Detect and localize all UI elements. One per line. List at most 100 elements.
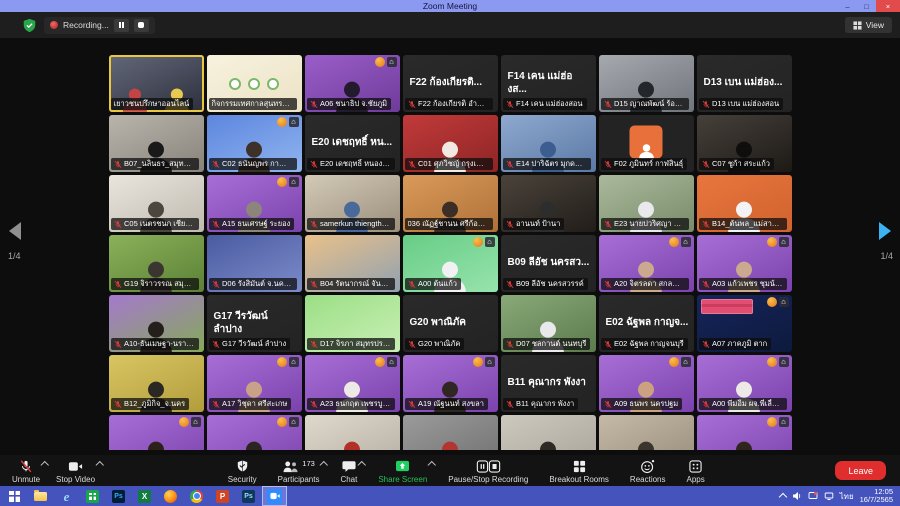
pause-recording-button[interactable] bbox=[114, 19, 129, 32]
chevron-up-icon[interactable] bbox=[40, 461, 48, 469]
participant-tile[interactable]: ⌂A06 ชนาธิป จ.ชัยภูมิ bbox=[305, 55, 400, 112]
participant-tile[interactable]: อานนท์ ป้านา bbox=[501, 175, 596, 232]
taskbar-app-file-explorer[interactable] bbox=[28, 486, 53, 506]
participant-tile[interactable]: E02 ฉัฐพล กาญจ...E02 ฉัฐพล กาญจนบุรี bbox=[599, 295, 694, 352]
participant-tile[interactable]: G20 พาณิภัคG20 พาณิภัค bbox=[403, 295, 498, 352]
participant-tile[interactable]: ⌂A12 ภัณฑิรา เพชรบุรี bbox=[109, 415, 204, 450]
language-indicator[interactable]: ไทย bbox=[840, 490, 854, 503]
taskbar-app-microsoft-store[interactable] bbox=[80, 486, 105, 506]
encryption-shield-icon[interactable] bbox=[22, 18, 37, 33]
taskbar-app-chrome[interactable] bbox=[184, 486, 209, 506]
share-screen-button[interactable]: Share Screen bbox=[370, 455, 435, 486]
participant-tile[interactable]: ⌂A20 จิตรลดา สกลนคร bbox=[599, 235, 694, 292]
leave-button[interactable]: Leave bbox=[835, 461, 886, 480]
chat-button[interactable]: Chat bbox=[332, 455, 365, 486]
close-button[interactable]: × bbox=[876, 0, 900, 12]
participant-name: E02 ฉัฐพล กาญจนบุรี bbox=[614, 339, 684, 349]
participant-tile[interactable]: ⌂A07 ภาคภูมิ ตาก bbox=[697, 295, 792, 352]
stop-video-button[interactable]: Stop Video bbox=[48, 455, 103, 486]
participant-tile[interactable]: A10-ธันเมษฐา-นราธิวาส bbox=[109, 295, 204, 352]
participant-tile[interactable]: ⌂A00 ต้นแก้ว bbox=[403, 235, 498, 292]
volume-icon[interactable] bbox=[792, 491, 802, 501]
participant-tile[interactable]: ⌂C02 ธนันญพร กาญจนบุรี bbox=[207, 115, 302, 172]
participant-tile[interactable]: B07_นลินธร_สมุทรปราการ bbox=[109, 115, 204, 172]
participant-tile[interactable]: D15 ญาณพัฒน์ ร้อยเอ็ด bbox=[599, 55, 694, 112]
participant-tile[interactable]: ⌂A21_ณฐกร สิงห์บุรี bbox=[697, 415, 792, 450]
participant-name: A19 ณัฐนนท์ สงขลา bbox=[418, 399, 484, 409]
participant-tile[interactable]: D07 ชลกานต์ นนทบุรี bbox=[501, 295, 596, 352]
participants-button[interactable]: 173Participants bbox=[270, 455, 328, 486]
view-button[interactable]: View bbox=[845, 17, 892, 33]
participant-name: B12_ภูมิกิจ_จ.นคร bbox=[124, 399, 185, 409]
apps-button[interactable]: Apps bbox=[679, 455, 713, 486]
apps-label: Apps bbox=[687, 475, 705, 484]
taskbar-app-zoom[interactable] bbox=[262, 486, 287, 506]
participant-tile[interactable]: ⌂A00 พีมอิ๋ม ผจ.พี่เลี้ยงสีม่วง bbox=[697, 355, 792, 412]
stop-recording-button[interactable] bbox=[134, 19, 149, 32]
participant-tile[interactable]: ⌂A09 ธนพร นครปฐม bbox=[599, 355, 694, 412]
chevron-up-icon[interactable] bbox=[428, 461, 436, 469]
participant-tile[interactable]: ⌂A17 วิชุดา ศรีสะเกษ bbox=[207, 355, 302, 412]
participant-tile[interactable]: G17 วีรวัฒน์ ลำปางG17 วีรวัฒน์ ลำปาง bbox=[207, 295, 302, 352]
taskbar-app-firefox[interactable] bbox=[158, 486, 183, 506]
participant-tile[interactable]: ⌂A15 ธนเศรษฐ์ ระยอง bbox=[207, 175, 302, 232]
taskbar-app-internet-explorer[interactable]: e bbox=[54, 486, 79, 506]
chevron-up-icon[interactable] bbox=[320, 461, 328, 469]
participant-tile[interactable]: ⌂A19 ณัฐนนท์ สงขลา bbox=[403, 355, 498, 412]
participant-tile[interactable]: A08 อุไรรัตน์ ระนอง bbox=[599, 415, 694, 450]
participant-tile[interactable]: D17 จิรภา สมุทรปราการ bbox=[305, 295, 400, 352]
participant-tile[interactable]: เยาวชนปรึกษาออนไลน์ bbox=[109, 55, 204, 112]
participant-tile[interactable]: ⌂A03 แก้วเพชร ชุมน้อย ขอน... bbox=[697, 235, 792, 292]
notification-icon[interactable] bbox=[808, 491, 818, 501]
chevron-up-icon[interactable] bbox=[95, 461, 103, 469]
participant-tile[interactable]: E14 ปาริฉัตร มุกดาหาร bbox=[501, 115, 596, 172]
taskbar-app-excel[interactable]: X bbox=[132, 486, 157, 506]
muted-mic-icon bbox=[310, 400, 318, 409]
participant-tile[interactable]: C05 เนตรชนก เชียงราย bbox=[109, 175, 204, 232]
start-button[interactable] bbox=[2, 486, 27, 506]
participant-tile[interactable]: G19 จิราวรรณ สมุทรสาคร bbox=[109, 235, 204, 292]
participant-tile[interactable]: E23 นายปวริศญา ภัทมพลิ... bbox=[599, 175, 694, 232]
taskbar-app-photoshop-2[interactable]: Ps bbox=[236, 486, 261, 506]
participant-tile[interactable]: A18 ทัดต่อ สกลนคร bbox=[305, 415, 400, 450]
chevron-up-icon[interactable] bbox=[358, 461, 366, 469]
participant-tile[interactable]: F22 ก้องเกียรติ...F22 ก้องเกียรติ อำนาจเ… bbox=[403, 55, 498, 112]
minimize-button[interactable]: – bbox=[838, 0, 857, 12]
participant-tile[interactable]: B12_ภูมิกิจ_จ.นคร bbox=[109, 355, 204, 412]
participant-tile[interactable]: B14_ต้นพล_แม่สาวิทยาคม.. bbox=[697, 175, 792, 232]
participant-name: G20 พาณิภัค bbox=[418, 339, 460, 349]
participant-tile[interactable]: A02 กฤติน ภูเก็ต bbox=[501, 415, 596, 450]
participant-tile[interactable]: F14 เคน แม่ฮ่องส...F14 เคน แม่ฮ่องสอน bbox=[501, 55, 596, 112]
previous-page-arrow[interactable] bbox=[9, 222, 21, 240]
recording-label: Recording... bbox=[63, 20, 109, 30]
participant-tile[interactable]: D06 รังสิมันต์ จ.นครราชสี... bbox=[207, 235, 302, 292]
muted-mic-icon bbox=[212, 340, 220, 349]
participant-tile[interactable]: 036 ณัฏฐ์ชานน ศรีก้อนกื้อ bbox=[403, 175, 498, 232]
participant-tile[interactable]: ⌂A23 ธนกฤต เพชรบูรณ์ bbox=[305, 355, 400, 412]
participant-name: กิจกรรมเทศกาลสุนทรพจน์และเพลง สำ... bbox=[212, 99, 293, 109]
participant-tile[interactable]: B04 รัตนากรณ์ จันทบุรี bbox=[305, 235, 400, 292]
unmute-button[interactable]: Unmute bbox=[4, 455, 48, 486]
participant-tile[interactable]: B09 ลีอัช นครสว...B09 ลีอัช นครสวรรค์ bbox=[501, 235, 596, 292]
taskbar-app-photoshop[interactable]: Ps bbox=[106, 486, 131, 506]
participant-tile[interactable]: E20 เดชฤทธิ์ หน...E20 เดชฤทธิ์ หนองบัวลำ… bbox=[305, 115, 400, 172]
participant-tile[interactable]: A11 สิทธินนท์ พิษณุโลก bbox=[403, 415, 498, 450]
taskbar-clock[interactable]: 12:05 16/7/2565 bbox=[860, 488, 893, 505]
breakout-rooms-button[interactable]: Breakout Rooms bbox=[541, 455, 617, 486]
participant-tile[interactable]: F02 ภูมินทร์ กาฬสินธุ์ bbox=[599, 115, 694, 172]
security-button[interactable]: Security bbox=[220, 455, 265, 486]
participant-tile[interactable]: samerkun thiengtham bbox=[305, 175, 400, 232]
maximize-button[interactable]: □ bbox=[857, 0, 876, 12]
network-icon[interactable] bbox=[824, 491, 834, 501]
participant-tile[interactable]: ⌂A13 เกียรติศักดิ์ มหาสารค... bbox=[207, 415, 302, 450]
participant-tile[interactable]: C07 ชูก้า สระแก้ว bbox=[697, 115, 792, 172]
participant-tile[interactable]: B11 คุณากร พังงาB11 คุณากร พังงา bbox=[501, 355, 596, 412]
participant-tile[interactable]: C01 ศุภวิชญ์ กรุงเทพมหา... bbox=[403, 115, 498, 172]
pause-stop-recording-button[interactable]: Pause/Stop Recording bbox=[440, 455, 536, 486]
participant-tile[interactable]: D13 เบน แม่ฮ่อง...D13 เบน แม่ฮ่องสอน bbox=[697, 55, 792, 112]
next-page-arrow[interactable] bbox=[879, 222, 891, 240]
taskbar-app-powerpoint[interactable]: P bbox=[210, 486, 235, 506]
reactions-button[interactable]: Reactions bbox=[622, 455, 674, 486]
tray-expand-chevron-icon[interactable] bbox=[778, 493, 786, 501]
participant-tile[interactable]: กิจกรรมเทศกาลสุนทรพจน์และเพลง สำ... bbox=[207, 55, 302, 112]
